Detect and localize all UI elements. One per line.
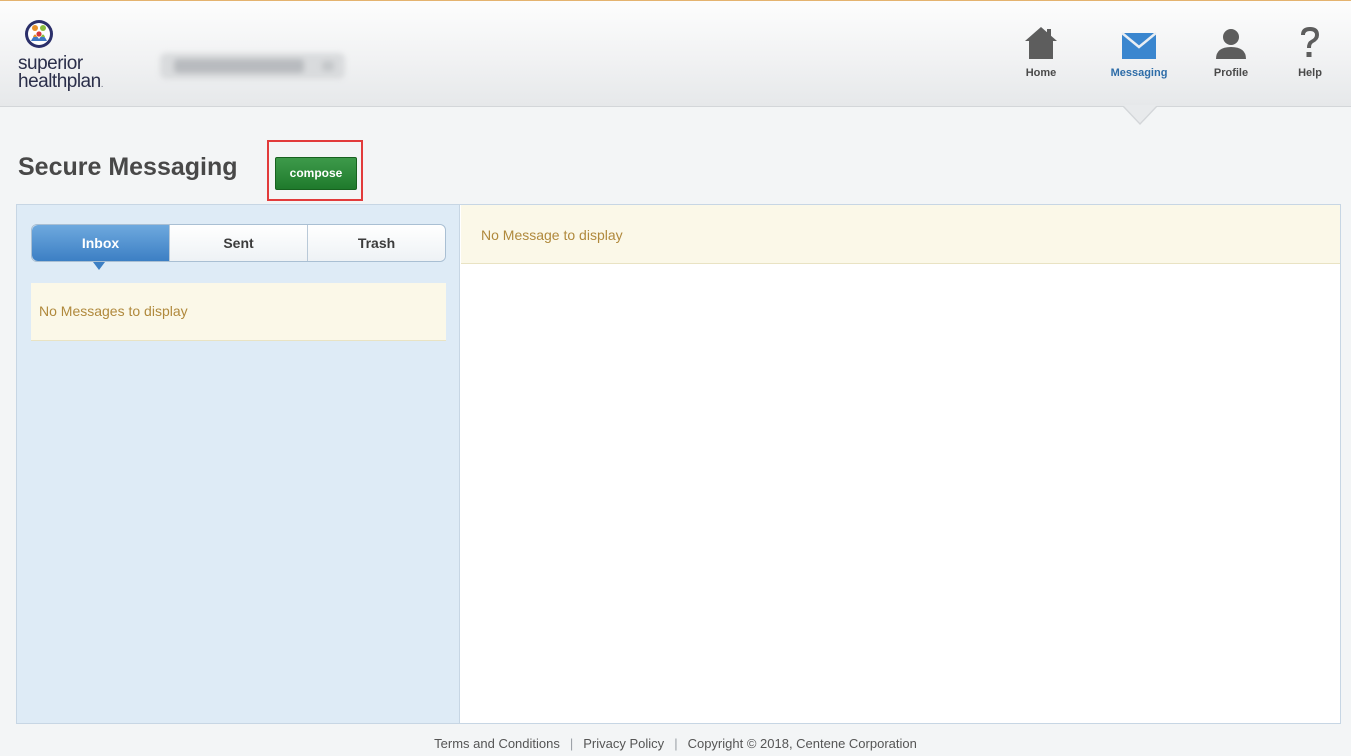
site-header: superior healthplan. Home Messaging Prof…: [0, 0, 1351, 107]
brand-name-line2-text: healthplan: [18, 71, 101, 92]
mailbox-tabs: Inbox Sent Trash: [31, 224, 446, 270]
nav-profile[interactable]: Profile: [1207, 25, 1255, 79]
redacted-username: [174, 59, 304, 73]
site-footer: Terms and Conditions | Privacy Policy | Copy…: [0, 736, 1351, 751]
tab-trash[interactable]: Trash: [308, 225, 445, 261]
home-icon: [1025, 27, 1057, 59]
envelope-icon: [1121, 32, 1157, 59]
tab-inbox[interactable]: Inbox: [32, 225, 170, 270]
messaging-panel: Inbox Sent Trash No Messages to display …: [16, 204, 1341, 724]
compose-button[interactable]: compose: [275, 157, 357, 190]
nav-home[interactable]: Home: [1023, 25, 1059, 79]
footer-separator: |: [674, 736, 678, 751]
page-title: Secure Messaging: [18, 153, 238, 181]
question-icon: [1301, 27, 1319, 57]
mailbox-sidebar: Inbox Sent Trash No Messages to display: [17, 205, 460, 723]
nav-profile-label: Profile: [1213, 67, 1249, 79]
user-icon: [1216, 29, 1246, 59]
user-menu-redacted[interactable]: [160, 53, 345, 79]
message-viewer-empty-notice: No Message to display: [461, 205, 1340, 264]
brand-dot: .: [100, 79, 104, 90]
tab-sent[interactable]: Sent: [170, 225, 308, 261]
message-list-empty-notice: No Messages to display: [31, 283, 446, 341]
nav-home-label: Home: [1025, 67, 1057, 79]
active-nav-pointer: [1122, 105, 1158, 125]
chevron-down-icon: [322, 61, 334, 71]
nav-messaging-label: Messaging: [1110, 67, 1168, 79]
terms-link[interactable]: Terms and Conditions: [434, 736, 560, 751]
family-logo-icon: [25, 20, 53, 48]
nav-messaging[interactable]: Messaging: [1103, 25, 1175, 79]
brand-logo[interactable]: superior healthplan.: [18, 15, 138, 105]
copyright-text: Copyright © 2018, Centene Corporation: [687, 736, 917, 751]
privacy-link[interactable]: Privacy Policy: [583, 736, 664, 751]
brand-name-line2: healthplan.: [18, 71, 104, 94]
nav-help-label: Help: [1298, 67, 1322, 79]
nav-help[interactable]: Help: [1292, 25, 1328, 79]
message-viewer: No Message to display: [461, 205, 1340, 723]
footer-separator: |: [569, 736, 574, 751]
